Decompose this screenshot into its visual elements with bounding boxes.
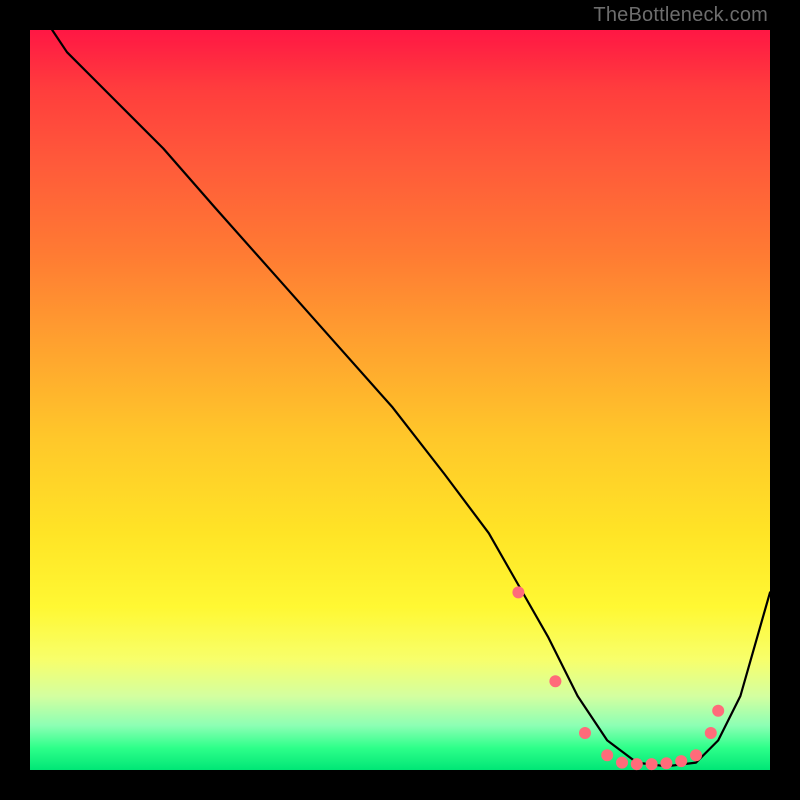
marker-dot [579,727,591,739]
marker-dot [675,755,687,767]
curve-layer [30,30,770,770]
plot-area [30,30,770,770]
watermark-label: TheBottleneck.com [593,4,768,27]
marker-dot [690,749,702,761]
marker-dot [646,758,658,770]
marker-dot [512,586,524,598]
marker-dot [712,705,724,717]
marker-dot [705,727,717,739]
marker-group [512,586,724,770]
marker-dot [631,758,643,770]
marker-dot [660,757,672,769]
marker-dot [616,757,628,769]
marker-dot [601,749,613,761]
marker-dot [549,675,561,687]
bottleneck-curve [52,30,770,766]
chart-frame: TheBottleneck.com [0,0,800,800]
